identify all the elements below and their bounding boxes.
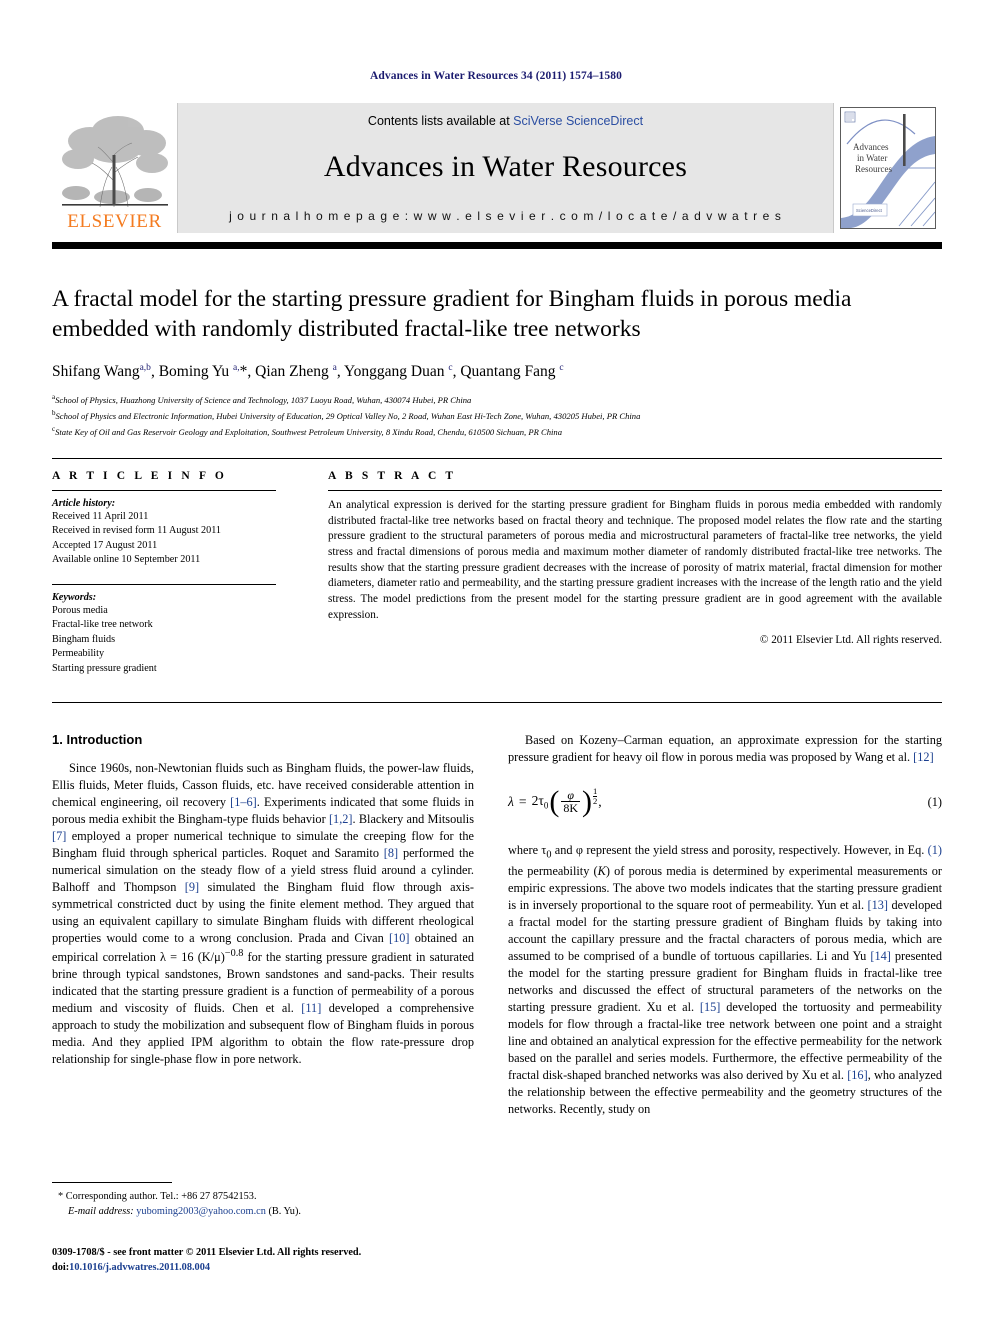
email-note: E-mail address: yuboming2003@yahoo.com.c… xyxy=(52,1205,474,1220)
exponent-numerator: 1 xyxy=(593,786,598,797)
article-history-received: Received 11 April 2011 xyxy=(52,511,149,522)
sciencedirect-link[interactable]: SciVerse ScienceDirect xyxy=(513,114,643,128)
abstract-rule xyxy=(328,490,942,491)
paper-page: Advances in Water Resources 34 (2011) 15… xyxy=(0,0,992,1323)
article-history-revised: Received in revised form 11 August 2011 xyxy=(52,525,222,537)
masthead-bottom-rule xyxy=(52,242,942,249)
email-suffix: (B. Yu). xyxy=(268,1205,301,1217)
footnote-block: * Corresponding author. Tel.: +86 27 875… xyxy=(52,1182,474,1220)
keywords-label: Keywords: xyxy=(52,591,97,603)
doi-line: doi:10.1016/j.advwatres.2011.08.004 xyxy=(52,1260,512,1275)
equation-1-number: (1) xyxy=(927,795,942,810)
intro-paragraph-1: Since 1960s, non-Newtonian fluids such a… xyxy=(52,761,474,1067)
equation-exponent: 1 2 xyxy=(593,786,598,806)
section-heading-introduction: 1. Introduction xyxy=(52,732,143,747)
equation-coefficient: 2τ0 xyxy=(531,792,549,811)
fraction-numerator: φ xyxy=(567,788,574,803)
affiliation-a: aSchool of Physics, Huazhong University … xyxy=(52,392,942,408)
keyword-item: Fractal-like tree network xyxy=(52,619,153,631)
article-info-rule xyxy=(52,490,276,491)
corresponding-author-note: * Corresponding author. Tel.: +86 27 875… xyxy=(58,1191,257,1202)
cover-art-graphic: Advances in Water Resources ScienceDirec… xyxy=(841,108,935,228)
article-info-heading: A R T I C L E I N F O xyxy=(52,470,227,482)
keyword-item: Bingham fluids xyxy=(52,633,116,645)
abstract-copyright: © 2011 Elsevier Ltd. All rights reserved… xyxy=(759,634,942,647)
elsevier-tree-icon xyxy=(61,116,168,208)
abstract-column: A B S T R A C T An analytical expression… xyxy=(328,470,942,646)
exponent-denominator: 2 xyxy=(593,795,598,806)
email-link[interactable]: yuboming2003@yahoo.com.cn xyxy=(136,1206,266,1217)
frontmatter-block: 0309-1708/$ - see front matter © 2011 El… xyxy=(52,1245,512,1276)
equation-parenthesized-fraction: ( φ 8K ) 1 2 xyxy=(549,785,598,819)
doi-link[interactable]: 10.1016/j.advwatres.2011.08.004 xyxy=(69,1262,210,1273)
footnote-rule xyxy=(52,1182,172,1183)
elsevier-logo: ELSEVIER xyxy=(52,103,177,233)
journal-title: Advances in Water Resources xyxy=(323,149,688,183)
article-history-accepted: Accepted 17 August 2011 xyxy=(52,539,158,551)
fraction-denominator: 8K xyxy=(561,801,580,816)
body-column-right: Based on Kozeny–Carman equation, an appr… xyxy=(508,732,942,1128)
cover-title-line2: in Water xyxy=(857,153,887,163)
keyword-item: Starting pressure gradient xyxy=(52,662,157,674)
equation-trailing-comma: , xyxy=(598,793,602,809)
keyword-item: Permeability xyxy=(52,648,105,660)
affiliation-b: bSchool of Physics and Electronic Inform… xyxy=(52,408,942,424)
right-paragraph-2: where τ0 and φ represent the yield stres… xyxy=(508,843,943,1116)
close-paren: ) xyxy=(582,785,592,819)
running-head: Advances in Water Resources 34 (2011) 15… xyxy=(370,70,622,82)
abstract-heading: A B S T R A C T xyxy=(328,470,457,482)
cover-title-line1: Advances xyxy=(853,142,889,152)
journal-homepage-line: j o u r n a l h o m e p a g e : w w w . … xyxy=(229,209,782,223)
article-history-label: Article history: xyxy=(52,498,116,509)
contents-available-line: Contents lists available at SciVerse Sci… xyxy=(368,114,643,128)
doi-label: doi: xyxy=(52,1262,70,1274)
keywords-rule xyxy=(52,583,276,585)
email-label: E-mail address: xyxy=(68,1205,134,1217)
open-paren: ( xyxy=(549,785,560,819)
body-column-left: 1. Introduction Since 1960s, non-Newtoni… xyxy=(52,732,474,1078)
abstract-text: An analytical expression is derived for … xyxy=(328,499,942,621)
affiliation-c: cState Key of Oil and Gas Reservoir Geol… xyxy=(52,424,942,440)
affiliation-text-a: School of Physics, Huazhong University o… xyxy=(55,394,472,405)
contents-prefix: Contents lists available at xyxy=(367,114,514,128)
author-list: Shifang Wanga,b, Boming Yu a,*, Qian Zhe… xyxy=(52,363,564,381)
affiliation-text-b: School of Physics and Electronic Informa… xyxy=(55,410,641,421)
article-history-online: Available online 10 September 2011 xyxy=(52,554,201,566)
page-title: A fractal model for the starting pressur… xyxy=(52,286,852,342)
elsevier-wordmark: ELSEVIER xyxy=(67,211,162,232)
info-band-bottom-rule xyxy=(52,702,942,703)
journal-masthead: ELSEVIER Contents lists available at Sci… xyxy=(52,103,942,233)
affiliation-text-c: State Key of Oil and Gas Reservoir Geolo… xyxy=(55,426,562,437)
article-info-column: A R T I C L E I N F O Article history: R… xyxy=(52,470,314,676)
equation-1-expression: λ = 2τ0 ( φ 8K ) 1 2 , xyxy=(508,785,602,819)
equation-fraction: φ 8K xyxy=(559,789,582,814)
cover-art: Advances in Water Resources ScienceDirec… xyxy=(840,107,936,229)
equation-1: λ = 2τ0 ( φ 8K ) 1 2 , (1) xyxy=(508,783,942,823)
journal-cover-thumbnail: Advances in Water Resources ScienceDirec… xyxy=(834,103,942,233)
right-paragraph-1: Based on Kozeny–Carman equation, an appr… xyxy=(508,733,942,765)
cover-footer-label: ScienceDirect xyxy=(856,208,883,213)
masthead-center-band: Contents lists available at SciVerse Sci… xyxy=(177,103,834,233)
equation-coefficient-sub: 0 xyxy=(543,800,549,811)
affiliation-list: aSchool of Physics, Huazhong University … xyxy=(52,392,942,439)
info-band-top-rule xyxy=(52,458,942,459)
frontmatter-line: 0309-1708/$ - see front matter © 2011 El… xyxy=(52,1247,362,1258)
cover-title-line3: Resources xyxy=(855,164,892,174)
keywords-block: Keywords: Porous media Fractal-like tree… xyxy=(52,592,314,676)
keyword-item: Porous media xyxy=(52,604,108,616)
equation-equals: = xyxy=(518,793,527,809)
